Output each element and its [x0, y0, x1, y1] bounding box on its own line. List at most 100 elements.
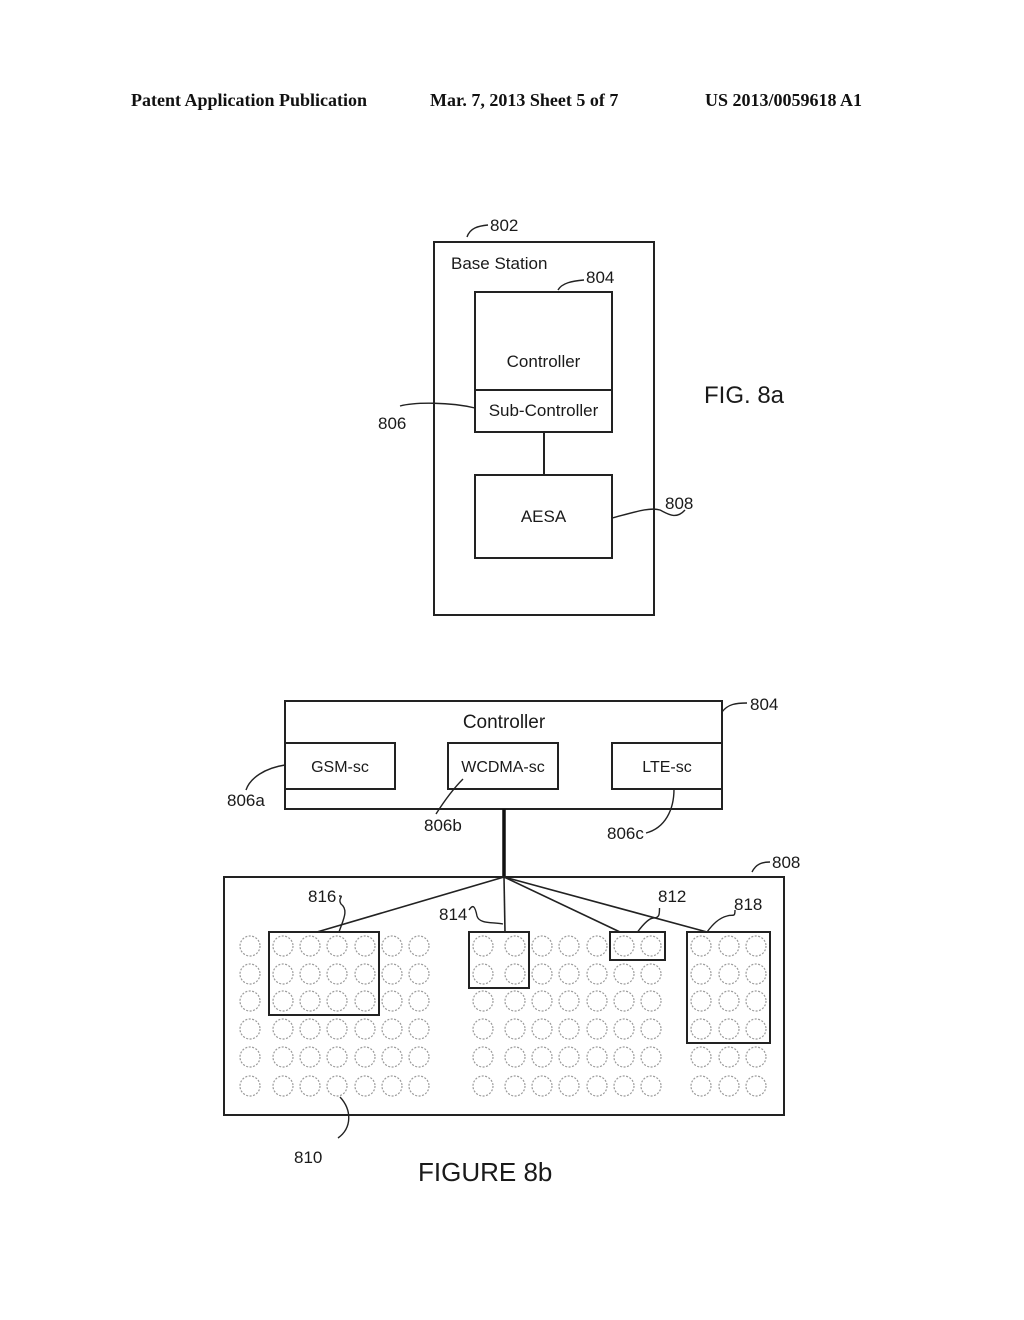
controller-8b-label: Controller: [463, 712, 546, 733]
antenna-element: [381, 1075, 403, 1097]
leader-802: [466, 224, 489, 238]
antenna-element: [558, 963, 580, 985]
base-station-label: Base Station: [451, 254, 547, 273]
antenna-element: [613, 1046, 635, 1068]
antenna-element: [354, 963, 376, 985]
ref-806b: 806b: [424, 816, 462, 835]
ref-806c: 806c: [607, 824, 644, 843]
antenna-element: [239, 935, 261, 957]
ref-808b: 808: [772, 853, 800, 872]
antenna-element: [586, 935, 608, 957]
antenna-element: [381, 1018, 403, 1040]
antenna-element: [354, 935, 376, 957]
fig-8b: Controller 804 GSM-sc 806a WCDMA-sc 806b…: [223, 695, 800, 1187]
antenna-element: [408, 935, 430, 957]
antenna-element: [472, 1075, 494, 1097]
antenna-element: [690, 990, 712, 1012]
antenna-element: [745, 935, 767, 957]
antenna-element: [354, 1075, 376, 1097]
fig-8a-caption: FIG. 8a: [704, 382, 785, 409]
antenna-element: [504, 990, 526, 1012]
antenna-element: [272, 963, 294, 985]
antenna-element: [381, 935, 403, 957]
antenna-element: [504, 1018, 526, 1040]
antenna-element: [690, 963, 712, 985]
antenna-element: [504, 1075, 526, 1097]
antenna-element: [718, 935, 740, 957]
antenna-element: [718, 990, 740, 1012]
antenna-element: [381, 990, 403, 1012]
antenna-element: [745, 963, 767, 985]
antenna-element: [690, 1046, 712, 1068]
antenna-element: [640, 1046, 662, 1068]
antenna-element: [504, 1046, 526, 1068]
sub-controller-label: Sub-Controller: [489, 401, 599, 420]
leader-810: [337, 1096, 350, 1139]
antenna-element: [558, 1075, 580, 1097]
antenna-element: [326, 1075, 348, 1097]
aesa-label: AESA: [521, 507, 567, 526]
antenna-element: [299, 1075, 321, 1097]
leader-806c: [645, 788, 675, 834]
ref-806: 806: [378, 414, 406, 433]
antenna-element: [745, 1046, 767, 1068]
antenna-element: [272, 935, 294, 957]
antenna-element: [299, 1046, 321, 1068]
antenna-element: [504, 963, 526, 985]
antenna-element: [690, 935, 712, 957]
antenna-element: [531, 990, 553, 1012]
antenna-element: [326, 1046, 348, 1068]
subarray-816: [268, 931, 380, 1016]
antenna-element: [239, 1075, 261, 1097]
antenna-element: [272, 1018, 294, 1040]
antenna-element: [408, 1046, 430, 1068]
antenna-element: [326, 1018, 348, 1040]
antenna-element: [272, 1046, 294, 1068]
lte-sc-label: LTE-sc: [642, 759, 691, 776]
antenna-element: [472, 1018, 494, 1040]
antenna-element: [745, 1018, 767, 1040]
antenna-element: [586, 1018, 608, 1040]
leader-804: [557, 279, 585, 291]
subarray-814: [468, 931, 530, 989]
antenna-element: [381, 1046, 403, 1068]
antenna-element: [718, 1018, 740, 1040]
ref-810: 810: [294, 1148, 322, 1167]
antenna-element: [239, 990, 261, 1012]
leader-816: [338, 895, 346, 933]
antenna-element: [586, 1075, 608, 1097]
antenna-element: [531, 1018, 553, 1040]
feed-line-814: [503, 876, 506, 933]
antenna-element: [531, 963, 553, 985]
antenna-element: [640, 935, 662, 957]
antenna-element: [531, 1075, 553, 1097]
ref-804: 804: [586, 268, 614, 287]
antenna-element: [354, 990, 376, 1012]
antenna-element: [239, 963, 261, 985]
antenna-element: [299, 963, 321, 985]
antenna-element: [640, 1018, 662, 1040]
antenna-element: [472, 935, 494, 957]
antenna-element: [558, 1046, 580, 1068]
antenna-element: [640, 1075, 662, 1097]
antenna-element: [558, 935, 580, 957]
antenna-element: [272, 990, 294, 1012]
subarrays: 816 814 812 818: [268, 876, 771, 1044]
antenna-element: [558, 1018, 580, 1040]
ref-812: 812: [658, 887, 686, 906]
leader-818: [706, 909, 736, 933]
subarray-818: [686, 931, 771, 1044]
antenna-element: [381, 963, 403, 985]
antenna-element: [586, 963, 608, 985]
antenna-element: [326, 990, 348, 1012]
antenna-element: [745, 1075, 767, 1097]
leader-804b: [721, 702, 748, 713]
antenna-element: [472, 990, 494, 1012]
base-station-box: [433, 241, 655, 616]
leader-814: [468, 905, 504, 925]
antenna-element: [586, 1046, 608, 1068]
antenna-element: [718, 1075, 740, 1097]
antenna-element: [613, 990, 635, 1012]
antenna-element: [613, 935, 635, 957]
antenna-element: [472, 1046, 494, 1068]
